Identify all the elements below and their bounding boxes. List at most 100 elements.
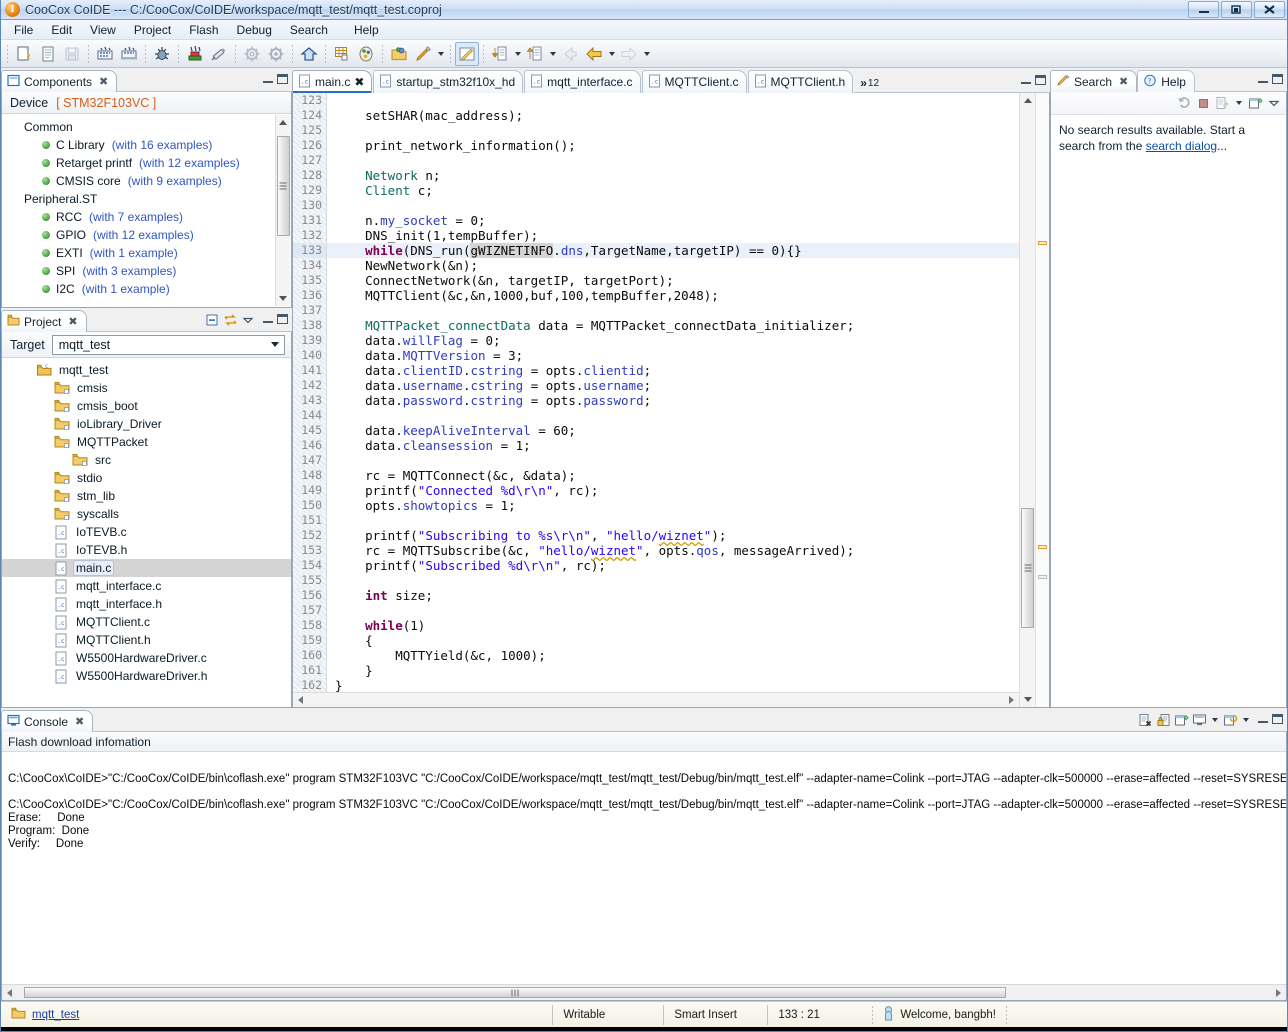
code-line[interactable]: 126 print_network_information(); [293, 138, 1019, 153]
component-item[interactable]: CMSIS core(with 9 examples) [2, 172, 291, 190]
project-tree-item[interactable]: .cmain.c [2, 559, 291, 577]
project-tree-item[interactable]: stm_lib [2, 487, 291, 505]
device-value[interactable]: [ STM32F103VC ] [56, 96, 156, 110]
rerun-search-icon[interactable] [1176, 95, 1192, 111]
component-examples[interactable]: (with 12 examples) [93, 228, 194, 242]
code-line[interactable]: 155 [293, 573, 1019, 588]
code-line[interactable]: 162} [293, 678, 1019, 692]
build-icon[interactable] [93, 42, 117, 66]
component-examples[interactable]: (with 3 examples) [82, 264, 176, 278]
tab-startup[interactable]: .c startup_stm32f10x_hd [373, 70, 523, 93]
component-examples[interactable]: (with 9 examples) [128, 174, 222, 188]
code-line[interactable]: 127 [293, 153, 1019, 168]
chevron-down-icon[interactable] [268, 342, 282, 347]
code-line[interactable]: 149 printf("Connected %d\r\n", rc); [293, 483, 1019, 498]
code-line[interactable]: 150 opts.showtopics = 1; [293, 498, 1019, 513]
code-line[interactable]: 145 data.keepAliveInterval = 60; [293, 423, 1019, 438]
close-icon[interactable]: ✖ [354, 75, 364, 89]
project-tree-item[interactable]: .cMQTTClient.c [2, 613, 291, 631]
search-history-icon[interactable] [1214, 95, 1230, 111]
view-menu-icon[interactable] [1266, 95, 1282, 111]
scroll-left-icon[interactable] [293, 693, 308, 708]
statusbar-user[interactable]: Welcome, bangbh! [873, 1002, 1006, 1028]
display-selected-console-dropdown-arrow-icon[interactable] [1209, 712, 1220, 728]
search-dialog-link[interactable]: search dialog [1146, 139, 1217, 153]
debug-bug-icon[interactable] [150, 42, 174, 66]
code-line[interactable]: 147 [293, 453, 1019, 468]
project-tree-item[interactable]: .cMQTTClient.h [2, 631, 291, 649]
scroll-down-icon[interactable] [1020, 692, 1035, 707]
close-icon[interactable]: ✖ [99, 75, 108, 88]
code-line[interactable]: 148 rc = MQTTConnect(&c, &data); [293, 468, 1019, 483]
code-line[interactable]: 135 ConnectNetwork(&n, targetIP, targetP… [293, 273, 1019, 288]
last-edit-location-icon[interactable] [558, 42, 582, 66]
previous-annotation-icon[interactable] [523, 42, 547, 66]
project-tree-item[interactable]: .cW5500HardwareDriver.h [2, 667, 291, 685]
code-line[interactable]: 146 data.cleansession = 1; [293, 438, 1019, 453]
minimize-view-icon[interactable] [1258, 715, 1268, 723]
component-item[interactable]: GPIO(with 12 examples) [2, 226, 291, 244]
project-tree-item[interactable]: .cW5500HardwareDriver.c [2, 649, 291, 667]
minimize-view-icon[interactable] [1258, 75, 1268, 83]
code-line[interactable]: 154 printf("Subscribed %d\r\n", rc); [293, 558, 1019, 573]
next-annotation-icon[interactable] [488, 42, 512, 66]
component-examples[interactable]: (with 16 examples) [112, 138, 213, 152]
component-examples[interactable]: (with 12 examples) [139, 156, 240, 170]
save-icon[interactable] [60, 42, 84, 66]
minimize-editor-icon[interactable] [1021, 76, 1031, 84]
scroll-down-icon[interactable] [276, 291, 291, 306]
collapse-all-icon[interactable] [204, 312, 220, 328]
code-line[interactable]: 134 NewNetwork(&n); [293, 258, 1019, 273]
editor-toggle-icon[interactable] [455, 42, 479, 66]
code-line[interactable]: 137 [293, 303, 1019, 318]
download-flash-icon[interactable] [183, 42, 207, 66]
component-group[interactable]: Peripheral.ST [2, 190, 291, 208]
component-item[interactable]: EXTI(with 1 example) [2, 244, 291, 262]
overview-warning-marker[interactable] [1038, 545, 1047, 549]
code-line[interactable]: 130 [293, 198, 1019, 213]
close-button[interactable] [1254, 1, 1285, 18]
code-line[interactable]: 123 [293, 93, 1019, 108]
code-line[interactable]: 133 while(DNS_run(gWIZNETINFO.dns,Target… [293, 243, 1019, 258]
code-line[interactable]: 124 setSHAR(mac_address); [293, 108, 1019, 123]
back-dropdown-arrow-icon[interactable] [606, 42, 617, 66]
repository-grid-icon[interactable] [330, 42, 354, 66]
program-chip-icon[interactable] [207, 42, 231, 66]
previous-annotation-dropdown-arrow-icon[interactable] [547, 42, 558, 66]
tab-components[interactable]: Components ✖ [1, 70, 117, 92]
tab-main-c[interactable]: .c main.c ✖ [292, 70, 372, 93]
code-area[interactable]: 123124 setSHAR(mac_address);125126 print… [293, 93, 1019, 692]
editor-tab-overflow[interactable]: » 12 [854, 69, 885, 93]
code-line[interactable]: 132 DNS_init(1,tempBuffer); [293, 228, 1019, 243]
maximize-view-icon[interactable] [1272, 74, 1283, 84]
project-tree-item[interactable]: syscalls [2, 505, 291, 523]
home-icon[interactable] [297, 42, 321, 66]
tab-help[interactable]: ? Help [1137, 70, 1195, 92]
project-tree-item[interactable]: stdio [2, 469, 291, 487]
back-icon[interactable] [582, 42, 606, 66]
code-line[interactable]: 125 [293, 123, 1019, 138]
project-tree-item[interactable]: src [2, 451, 291, 469]
console-scroll-thumb[interactable] [24, 987, 1006, 998]
forward-icon[interactable] [617, 42, 641, 66]
tab-console[interactable]: Console ✖ [1, 710, 93, 732]
menu-debug[interactable]: Debug [228, 21, 281, 39]
component-item[interactable]: C Library(with 16 examples) [2, 136, 291, 154]
scroll-lock-icon[interactable] [1155, 712, 1171, 728]
highlight-pen-icon[interactable] [411, 42, 435, 66]
view-menu-icon[interactable] [240, 312, 256, 328]
settings-gear-icon[interactable] [264, 42, 288, 66]
new-document-icon[interactable] [36, 42, 60, 66]
project-tree-item[interactable]: .cmqtt_interface.h [2, 595, 291, 613]
component-item[interactable]: RCC(with 7 examples) [2, 208, 291, 226]
code-line[interactable]: 158 while(1) [293, 618, 1019, 633]
restore-button[interactable] [1221, 1, 1252, 18]
maximize-view-icon[interactable] [1272, 714, 1283, 724]
scroll-up-icon[interactable] [1020, 93, 1035, 108]
new-file-icon[interactable] [12, 42, 36, 66]
components-tree[interactable]: Common C Library(with 16 examples) Retar… [2, 114, 291, 307]
menu-file[interactable]: File [5, 21, 42, 39]
menu-search[interactable]: Search [281, 21, 337, 39]
configuration-gear-icon[interactable] [240, 42, 264, 66]
stop-icon[interactable] [1195, 95, 1211, 111]
